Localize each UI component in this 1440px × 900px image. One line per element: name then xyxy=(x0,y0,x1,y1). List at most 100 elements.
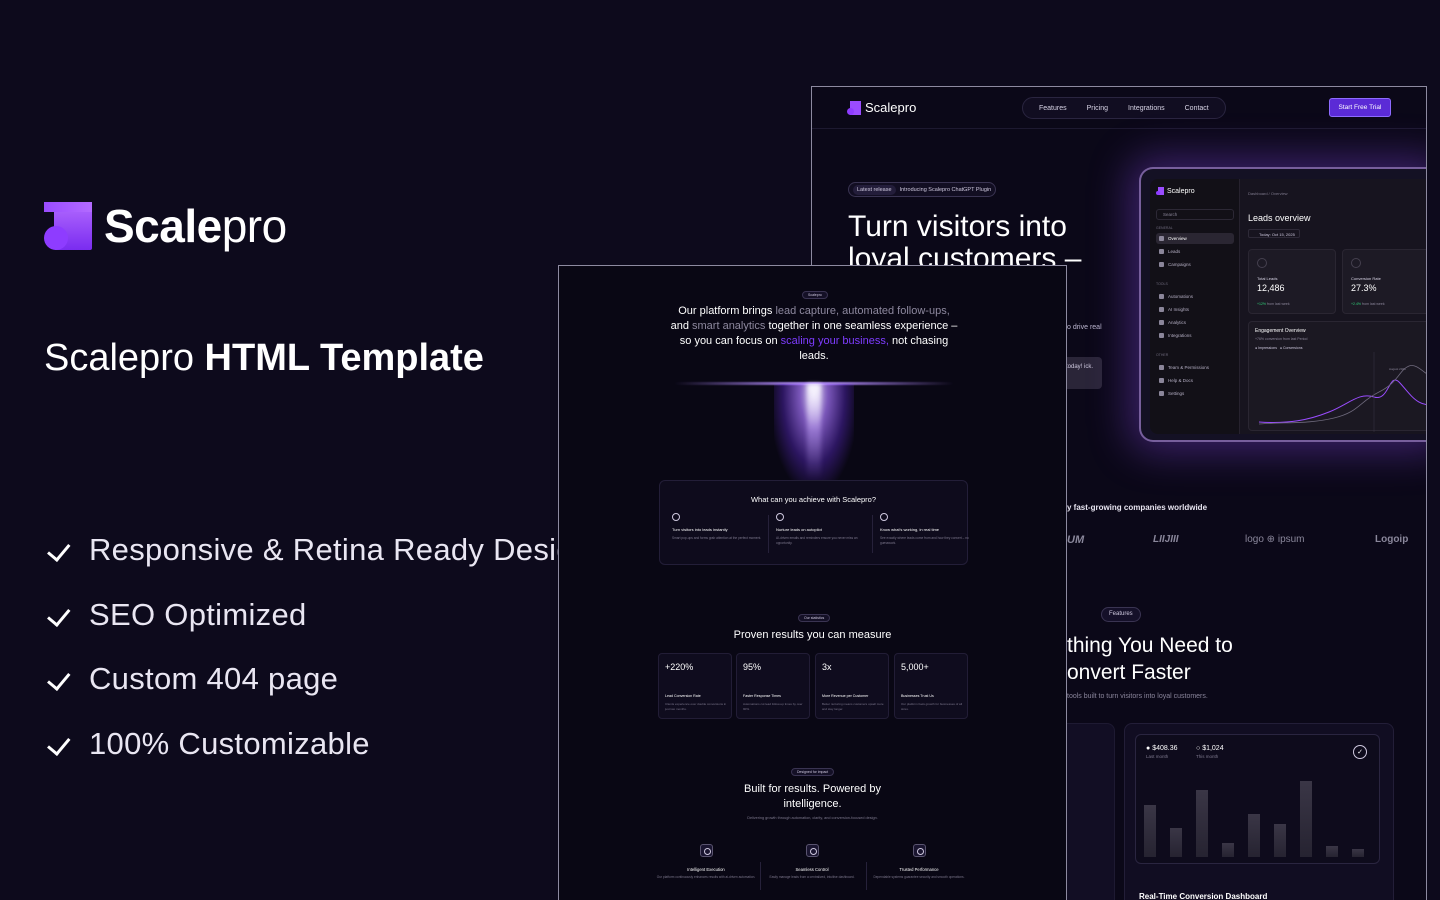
sidebar-item-campaigns[interactable]: Campaigns xyxy=(1156,259,1234,270)
intro-paragraph: Our platform brings lead capture, automa… xyxy=(670,305,958,362)
kpi-card: Total Leads 12,486 +12% from last week xyxy=(1248,249,1336,314)
achieve-title: What can you achieve with Scalepro? xyxy=(750,495,877,504)
conversion-icon xyxy=(1351,258,1361,268)
dashboard-logo: Scalepro xyxy=(1156,187,1195,195)
trophy-icon xyxy=(1257,258,1267,268)
scalepro-logo-icon xyxy=(1156,187,1164,195)
bar-chart-panel: ● $408.36 Last month ○ $1,024 This month ✓ xyxy=(1135,734,1380,864)
nav-pricing[interactable]: Pricing xyxy=(1077,105,1118,112)
stat-card: 95% Faster Response Times Automations cu… xyxy=(736,653,810,719)
dashboard-main: Dashboard / Overview Leads overview Toda… xyxy=(1240,179,1426,434)
site-menu: Features Pricing Integrations Contact xyxy=(1022,97,1226,119)
divider xyxy=(768,515,769,553)
stat-this-month: ○ $1,024 This month xyxy=(1196,745,1224,759)
stat-last-month: ● $408.36 Last month xyxy=(1146,745,1178,759)
chart-bar xyxy=(1144,805,1156,857)
impact-item: Trusted Performance Dependable systems g… xyxy=(866,844,972,880)
impact-title: Built for results. Powered by intelligen… xyxy=(744,783,881,810)
sidebar-item-leads[interactable]: Leads xyxy=(1156,246,1234,257)
checkmark-icon xyxy=(44,540,68,560)
achieve-item: Turn visitors into leads instantly Smart… xyxy=(672,513,768,555)
stat-card: 3x More Revenue per Customer Better nurt… xyxy=(815,653,889,719)
sidebar-item-ai-insights[interactable]: AI Insights xyxy=(1156,304,1234,315)
light-beam-core xyxy=(807,384,821,479)
feature-item: Responsive & Retina Ready Design xyxy=(44,518,591,583)
sidebar-item-team[interactable]: Team & Permissions xyxy=(1156,362,1234,373)
section-label: GENERAL xyxy=(1156,226,1173,230)
feature-card-partial xyxy=(1067,723,1115,900)
conversion-dashboard-card: ● $408.36 Last month ○ $1,024 This month ✓… xyxy=(1124,723,1394,900)
sidebar-item-automations[interactable]: Automations xyxy=(1156,291,1234,302)
scalepro-logo-icon xyxy=(847,100,861,115)
brand-name: Scalepro xyxy=(104,200,287,252)
stat-card: +220% Lead Conversion Rate Clients exper… xyxy=(658,653,732,719)
homepage-preview-front: Scalepro Our platform brings lead captur… xyxy=(558,265,1067,900)
nav-features[interactable]: Features xyxy=(1029,105,1077,112)
kpi-card: Conversion Rate 27.3% +2.4% from last we… xyxy=(1342,249,1426,314)
feature-item: Custom 404 page xyxy=(44,647,591,712)
features-headline: thing You Need to onvert Faster xyxy=(1067,634,1233,684)
start-free-trial-button[interactable]: Start Free Trial xyxy=(1329,98,1391,117)
check-circle-icon: ✓ xyxy=(1353,745,1367,759)
section-pill: Our statistics xyxy=(798,614,831,622)
partner-logo: Logoip xyxy=(1375,534,1409,545)
control-icon xyxy=(805,844,819,857)
sidebar-item-analytics[interactable]: Analytics xyxy=(1156,317,1234,328)
realtime-icon xyxy=(880,513,888,521)
stat-card: 5,000+ Businesses Trust Us Our platform … xyxy=(894,653,968,719)
visitors-icon xyxy=(672,513,680,521)
performance-icon xyxy=(912,844,926,857)
brand-logo: Scalepro xyxy=(44,202,287,250)
partner-logo: logo ⊕ ipsum xyxy=(1245,534,1305,545)
section-label: TOOLS xyxy=(1156,282,1168,286)
chart-bar xyxy=(1170,828,1182,857)
site-logo[interactable]: Scalepro xyxy=(847,100,916,115)
checkmark-icon xyxy=(44,605,68,625)
section-label: OTHER xyxy=(1156,353,1169,357)
chart-bar xyxy=(1222,843,1234,857)
feature-item: SEO Optimized xyxy=(44,583,591,648)
features-subtitle: tools built to turn visitors into loyal … xyxy=(1067,693,1208,700)
card-title: Real-Time Conversion Dashboard xyxy=(1139,892,1268,900)
chart-bar xyxy=(1248,814,1260,857)
execution-icon xyxy=(699,844,713,857)
breadcrumb: Dashboard / Overview xyxy=(1248,191,1288,196)
feature-item: 100% Customizable xyxy=(44,712,591,777)
stats-title: Proven results you can measure xyxy=(733,629,892,641)
chart-bar xyxy=(1196,790,1208,857)
autopilot-icon xyxy=(776,513,784,521)
partner-logo: LIIJIII xyxy=(1153,534,1179,545)
features-badge: Features xyxy=(1101,607,1141,622)
date-picker[interactable]: Today: Oct 15, 2025 xyxy=(1248,229,1300,238)
nav-contact[interactable]: Contact xyxy=(1175,105,1219,112)
achieve-item: Nurture leads on autopilot AI-driven ema… xyxy=(776,513,872,555)
dashboard-search-input[interactable]: Search xyxy=(1156,209,1234,220)
impact-subtitle: Delivering growth through automation, cl… xyxy=(747,816,878,820)
sidebar-item-integrations[interactable]: Integrations xyxy=(1156,330,1234,341)
chart-bar xyxy=(1274,824,1286,857)
feature-list: Responsive & Retina Ready Design SEO Opt… xyxy=(44,518,591,776)
trusted-by-text: y fast-growing companies worldwide xyxy=(1067,503,1208,512)
partner-logo: UM xyxy=(1067,534,1085,546)
section-pill: Scalepro xyxy=(802,291,828,299)
chart-bar xyxy=(1352,849,1364,857)
release-badge[interactable]: Latest release Introducing Scalepro Chat… xyxy=(848,182,997,197)
achieve-card: What can you achieve with Scalepro? Turn… xyxy=(659,480,969,565)
engagement-chart-card: Engagement Overview +76% conversion from… xyxy=(1248,321,1426,432)
site-navbar: Scalepro Features Pricing Integrations C… xyxy=(812,87,1426,129)
engagement-line-chart xyxy=(1258,352,1426,432)
hero-button-fragment[interactable]: today! ick. xyxy=(1062,357,1102,389)
sidebar-item-overview[interactable]: Overview xyxy=(1156,233,1234,244)
sidebar-item-help[interactable]: Help & Docs xyxy=(1156,375,1234,386)
dashboard-sidebar: Scalepro Search GENERAL Overview Leads C… xyxy=(1150,179,1240,434)
nav-integrations[interactable]: Integrations xyxy=(1118,105,1175,112)
template-title: Scalepro HTML Template xyxy=(44,337,484,379)
chart-bar xyxy=(1326,846,1338,857)
dashboard-title: Leads overview xyxy=(1248,213,1311,223)
hero-subtext-fragment: o drive real xyxy=(1067,324,1102,331)
impact-item: Intelligent Execution Our platform conti… xyxy=(653,844,759,880)
chart-bar xyxy=(1300,781,1312,857)
sidebar-item-settings[interactable]: Settings xyxy=(1156,388,1234,399)
checkmark-icon xyxy=(44,734,68,754)
section-pill: Designed for impact xyxy=(791,768,835,776)
